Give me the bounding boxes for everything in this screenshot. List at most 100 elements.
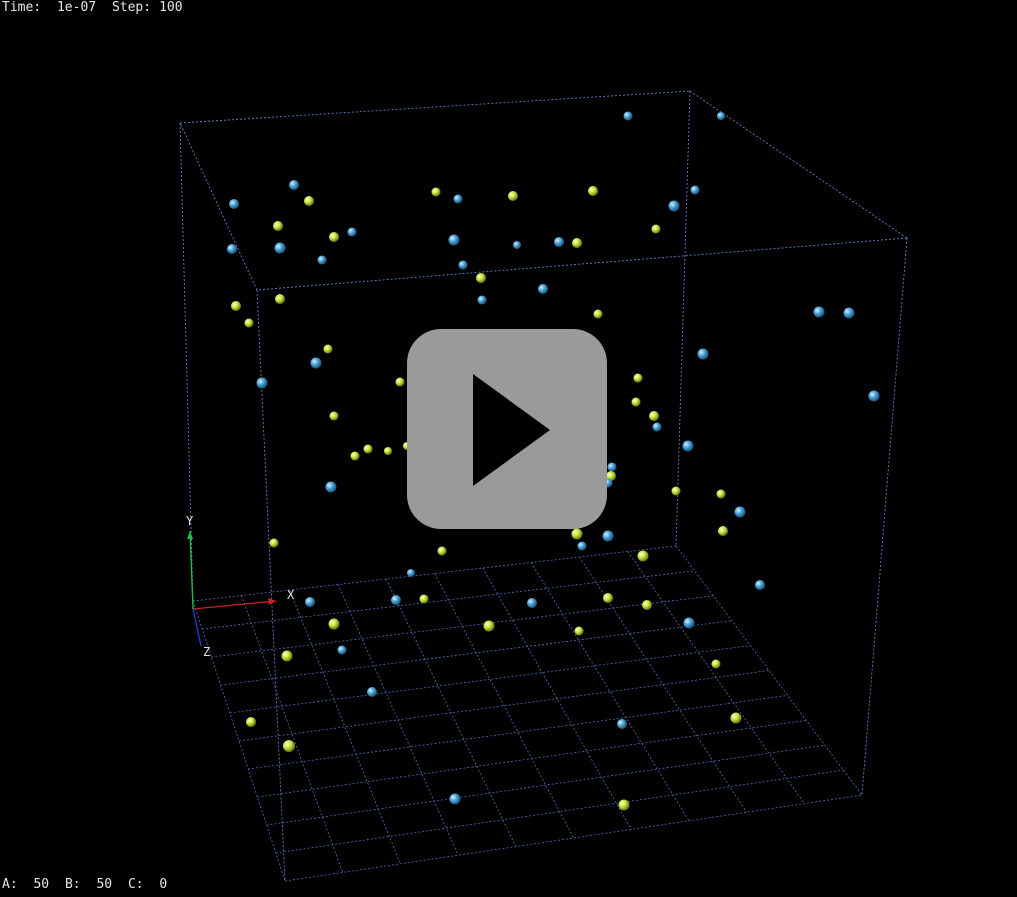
particle-species-a	[602, 530, 614, 542]
particle-species-a	[367, 687, 377, 697]
particle-species-b	[283, 740, 295, 752]
grid-line	[211, 595, 714, 658]
particle-species-b	[574, 626, 584, 636]
particle-species-b	[483, 620, 495, 632]
particle-species-b	[275, 294, 285, 304]
y-axis-arrow	[187, 531, 193, 539]
particle-species-b	[651, 224, 661, 234]
box-edge	[861, 237, 908, 796]
particle-species-a	[513, 241, 521, 249]
particle-species-a	[554, 237, 564, 247]
time-value: 1e-07	[56, 0, 97, 15]
particle-species-a	[682, 440, 694, 452]
particle-species-b	[363, 444, 373, 454]
particle-species-b	[384, 447, 392, 455]
z-axis-line	[192, 608, 202, 647]
particle-species-b	[437, 546, 447, 556]
particle-species-b	[244, 318, 254, 328]
particle-species-b	[508, 191, 518, 201]
particle-species-a	[227, 244, 237, 254]
z-axis-label: Z	[203, 645, 210, 659]
particle-species-a	[229, 199, 239, 209]
particle-species-a	[407, 569, 415, 577]
particle-species-a	[683, 617, 695, 629]
particle-species-b	[603, 593, 613, 603]
count-c-label: C:	[127, 877, 144, 892]
particle-species-a	[868, 390, 880, 402]
particle-species-a	[717, 112, 725, 120]
particle-species-b	[649, 411, 659, 421]
particle-species-a	[347, 227, 357, 237]
particle-species-a	[668, 200, 680, 212]
particle-species-b	[323, 344, 333, 354]
particle-species-b	[431, 187, 441, 197]
particle-species-b	[246, 717, 256, 727]
particle-species-b	[618, 799, 630, 811]
particle-species-b	[281, 650, 293, 662]
step-label: Step:	[111, 0, 152, 15]
particle-species-a	[690, 185, 700, 195]
box-edge	[179, 122, 194, 602]
grid-line	[289, 589, 401, 864]
y-axis-line	[189, 530, 194, 610]
grid-line	[229, 645, 751, 714]
x-axis-line	[192, 600, 277, 610]
particle-species-b	[572, 238, 582, 248]
count-b-value: 50	[96, 877, 113, 892]
particle-species-b	[273, 221, 283, 231]
count-a-value: 50	[33, 877, 50, 892]
particle-species-a	[448, 234, 460, 246]
particle-species-b	[637, 550, 649, 562]
grid-line	[248, 695, 788, 770]
particle-species-b	[476, 273, 486, 283]
particle-species-a	[325, 481, 337, 493]
box-edge	[256, 237, 908, 291]
particle-species-b	[642, 600, 652, 610]
grid-line	[675, 545, 863, 796]
particle-species-a	[305, 597, 315, 607]
particle-species-b	[328, 618, 340, 630]
particle-species-a	[289, 180, 299, 190]
simulation-viewport[interactable]: X Y Z Time: 1e-07 Step: 100 A: 50 B: 50 C…	[0, 0, 1017, 893]
box-edge	[179, 90, 691, 124]
y-axis-label: Y	[186, 514, 194, 528]
particle-species-b	[419, 594, 429, 604]
particle-species-b	[304, 196, 314, 206]
particle-species-a	[623, 111, 633, 121]
particle-species-a	[652, 422, 662, 432]
particle-species-a	[843, 307, 855, 319]
particle-species-a	[256, 377, 268, 389]
grid-line	[257, 719, 807, 798]
particle-species-a	[577, 541, 587, 551]
particle-species-b	[588, 186, 598, 196]
particle-species-b	[231, 301, 241, 311]
particle-species-a	[617, 719, 627, 729]
particle-species-b	[716, 489, 726, 499]
particle-species-a	[337, 645, 347, 655]
particle-species-b	[631, 397, 641, 407]
particle-species-b	[329, 411, 339, 421]
particle-species-a	[449, 793, 461, 805]
particle-species-b	[711, 659, 721, 669]
particle-species-a	[813, 306, 825, 318]
particle-species-a	[310, 357, 322, 369]
box-edge	[179, 122, 258, 291]
particle-species-a	[755, 580, 765, 590]
step-value: 100	[159, 0, 183, 15]
particle-species-a	[607, 462, 617, 472]
particle-species-a	[458, 260, 468, 270]
particle-species-a	[527, 598, 537, 608]
play-button[interactable]	[407, 329, 607, 529]
particle-species-b	[671, 486, 681, 496]
particle-species-a	[734, 506, 746, 518]
time-label: Time:	[2, 0, 42, 15]
particle-species-a	[274, 242, 286, 254]
particle-species-b	[730, 712, 742, 724]
play-icon	[473, 374, 550, 486]
species-count-readout: A: 50 B: 50 C: 0	[2, 877, 167, 892]
x-axis-label: X	[287, 588, 295, 602]
count-b-label: B:	[64, 877, 81, 892]
particle-species-a	[697, 348, 709, 360]
time-step-readout: Time: 1e-07 Step: 100	[2, 0, 183, 15]
particle-species-b	[395, 377, 405, 387]
